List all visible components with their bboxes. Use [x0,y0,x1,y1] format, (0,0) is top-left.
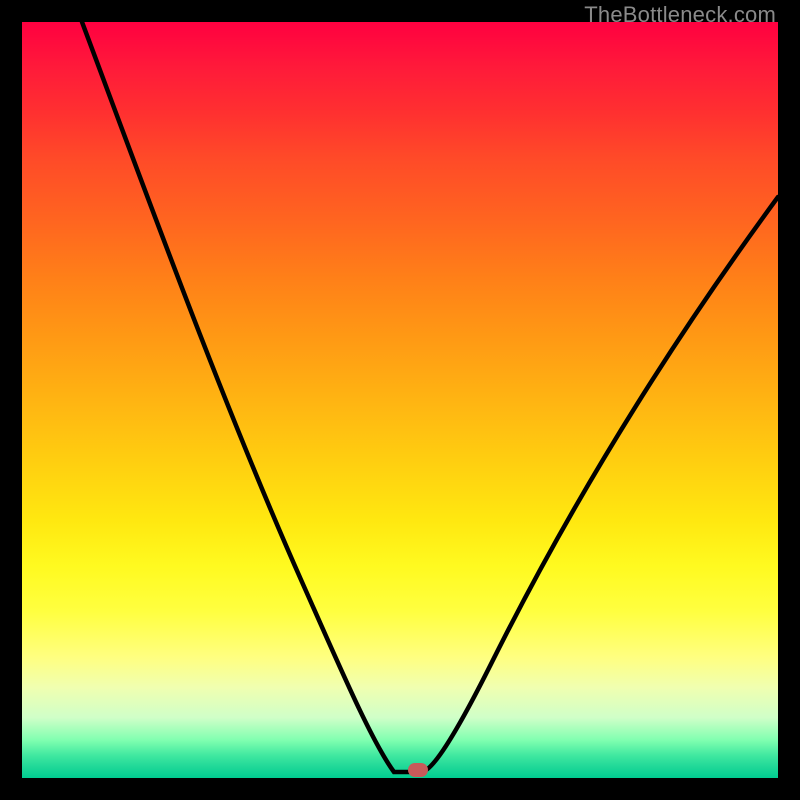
plot-area [22,22,778,778]
watermark-text: TheBottleneck.com [584,2,776,28]
minimum-marker [408,763,428,777]
bottleneck-chart: TheBottleneck.com [0,0,800,800]
bottleneck-curve [22,22,778,778]
curve-path [82,22,778,772]
